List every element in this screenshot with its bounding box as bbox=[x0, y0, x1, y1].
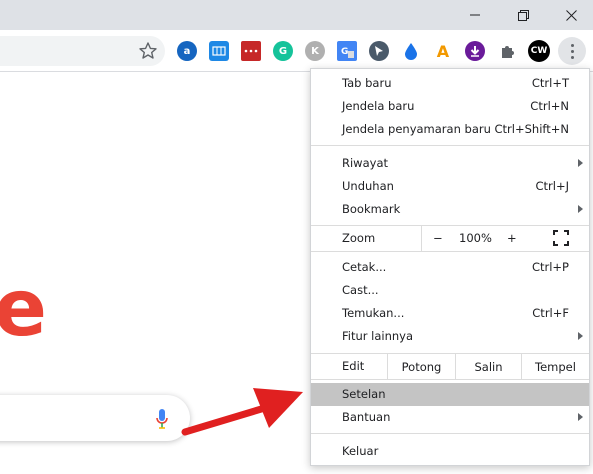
extension-grammarly-icon[interactable]: G bbox=[273, 41, 293, 61]
copy-label: Salin bbox=[474, 359, 503, 374]
zoom-row: Zoom − 100% + bbox=[311, 226, 589, 251]
submenu-arrow-icon bbox=[578, 332, 583, 340]
restore-icon bbox=[517, 9, 529, 21]
menu-item-label: Cetak... bbox=[342, 260, 387, 274]
browser-toolbar: a G K G A CW bbox=[0, 30, 593, 72]
menu-separator bbox=[311, 251, 589, 252]
star-icon[interactable] bbox=[138, 41, 158, 61]
browser-menu: Tab baru Ctrl+T Jendela baru Ctrl+N Jend… bbox=[310, 68, 590, 466]
kebab-dot bbox=[570, 55, 574, 59]
menu-item-help[interactable]: Bantuan bbox=[311, 406, 589, 429]
menu-item-label: Bookmark bbox=[342, 202, 401, 216]
translate-icon: G bbox=[341, 47, 354, 58]
extension-grid-icon[interactable] bbox=[209, 41, 229, 61]
kebab-dot bbox=[570, 49, 574, 53]
menu-item-bookmarks[interactable]: Bookmark bbox=[311, 198, 589, 221]
menu-button[interactable] bbox=[558, 37, 586, 65]
menu-separator bbox=[311, 433, 589, 434]
extension-drop-icon[interactable] bbox=[401, 41, 421, 61]
svg-text:G: G bbox=[341, 47, 348, 57]
menu-item-label: Temukan... bbox=[342, 306, 405, 320]
extension-cw-label: CW bbox=[530, 46, 548, 56]
edit-label: Edit bbox=[342, 359, 365, 373]
fullscreen-icon[interactable] bbox=[553, 230, 569, 246]
extension-a-icon[interactable]: a bbox=[177, 41, 197, 61]
extensions-puzzle-icon[interactable] bbox=[497, 41, 517, 61]
paste-button[interactable]: Tempel bbox=[521, 354, 589, 379]
extension-a-label: a bbox=[183, 45, 191, 57]
menu-separator bbox=[311, 145, 589, 146]
download-icon bbox=[470, 46, 480, 57]
menu-item-history[interactable]: Riwayat bbox=[311, 152, 589, 175]
extension-g-label: G bbox=[278, 45, 288, 57]
drop-icon bbox=[405, 43, 417, 60]
extension-download-icon[interactable] bbox=[465, 41, 485, 61]
kebab-dot bbox=[570, 43, 574, 47]
menu-item-label: Cast... bbox=[342, 283, 379, 297]
menu-item-label: Unduhan bbox=[342, 179, 394, 193]
menu-item-shortcut: Ctrl+Shift+N bbox=[494, 122, 569, 136]
menu-item-label: Keluar bbox=[342, 444, 379, 458]
restore-button[interactable] bbox=[500, 0, 546, 30]
menu-item-incognito[interactable]: Jendela penyamaran baru Ctrl+Shift+N bbox=[311, 118, 589, 141]
annotation-arrow-icon bbox=[181, 388, 303, 436]
submenu-arrow-icon bbox=[578, 413, 583, 421]
menu-item-settings[interactable]: Setelan bbox=[311, 383, 589, 406]
menu-item-shortcut: Ctrl+P bbox=[531, 260, 569, 274]
cursor-icon bbox=[375, 46, 383, 56]
extension-k-label: K bbox=[311, 45, 319, 57]
logo-letter: e bbox=[0, 264, 47, 354]
menu-item-label: Bantuan bbox=[342, 410, 391, 424]
close-button[interactable] bbox=[548, 0, 593, 30]
microphone-icon[interactable] bbox=[155, 408, 169, 430]
menu-item-shortcut: Ctrl+T bbox=[531, 76, 569, 90]
menu-item-print[interactable]: Cetak... Ctrl+P bbox=[311, 256, 589, 279]
menu-item-exit[interactable]: Keluar bbox=[311, 440, 589, 463]
menu-item-find[interactable]: Temukan... Ctrl+F bbox=[311, 302, 589, 325]
zoom-value: 100% bbox=[459, 231, 492, 245]
zoom-in-button[interactable]: + bbox=[507, 231, 517, 245]
cut-label: Potong bbox=[401, 359, 442, 374]
extension-k-icon[interactable]: K bbox=[305, 41, 325, 61]
menu-item-label: Jendela penyamaran baru bbox=[342, 122, 491, 136]
puzzle-icon bbox=[502, 46, 514, 58]
edit-row: Edit Potong Salin Tempel bbox=[311, 354, 589, 379]
submenu-arrow-icon bbox=[578, 159, 583, 167]
menu-item-label: Riwayat bbox=[342, 156, 388, 170]
zoom-out-button[interactable]: − bbox=[433, 231, 443, 245]
extension-dots-icon[interactable] bbox=[241, 41, 261, 61]
cut-button[interactable]: Potong bbox=[387, 354, 455, 379]
menu-item-shortcut: Ctrl+N bbox=[530, 99, 569, 113]
zoom-label: Zoom bbox=[342, 231, 376, 245]
extension-translate-icon[interactable]: G bbox=[337, 41, 357, 61]
menu-item-label: Jendela baru bbox=[342, 99, 415, 113]
close-icon bbox=[565, 9, 577, 21]
menu-item-downloads[interactable]: Unduhan Ctrl+J bbox=[311, 175, 589, 198]
extension-A-label: A bbox=[436, 41, 450, 61]
extension-A-icon[interactable]: A bbox=[433, 41, 453, 61]
menu-item-more-tools[interactable]: Fitur lainnya bbox=[311, 325, 589, 348]
menu-item-new-window[interactable]: Jendela baru Ctrl+N bbox=[311, 95, 589, 118]
extension-cursor-icon[interactable] bbox=[369, 41, 389, 61]
grid-icon bbox=[212, 46, 226, 56]
submenu-arrow-icon bbox=[578, 205, 583, 213]
menu-item-cast[interactable]: Cast... bbox=[311, 279, 589, 302]
browser-window: a G K G A CW e Tab baru Ctrl+T Jendela b… bbox=[0, 0, 593, 474]
menu-item-new-tab[interactable]: Tab baru Ctrl+T bbox=[311, 72, 589, 95]
dots-icon bbox=[244, 49, 258, 53]
title-bar bbox=[0, 0, 593, 30]
menu-item-label: Tab baru bbox=[342, 76, 392, 90]
extension-cw-icon[interactable]: CW bbox=[528, 40, 550, 62]
menu-separator bbox=[311, 379, 589, 380]
menu-item-label: Fitur lainnya bbox=[342, 329, 414, 343]
menu-item-shortcut: Ctrl+F bbox=[532, 306, 569, 320]
copy-button[interactable]: Salin bbox=[455, 354, 521, 379]
minimize-button[interactable] bbox=[452, 0, 498, 30]
menu-item-label: Setelan bbox=[342, 387, 386, 401]
paste-label: Tempel bbox=[535, 359, 576, 374]
menu-item-shortcut: Ctrl+J bbox=[535, 179, 570, 193]
minimize-icon bbox=[470, 14, 480, 16]
